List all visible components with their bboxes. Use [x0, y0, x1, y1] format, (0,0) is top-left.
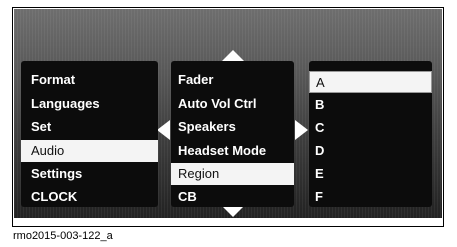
left-menu-item[interactable]: Set: [21, 116, 158, 138]
right-menu-item[interactable]: B: [309, 94, 432, 116]
left-menu: Format Languages Set Audio Settings CLOC…: [21, 61, 158, 207]
left-menu-item[interactable]: Format: [21, 69, 158, 91]
middle-menu-item[interactable]: Auto Vol Ctrl: [171, 93, 294, 115]
right-menu-item[interactable]: F: [309, 186, 432, 208]
middle-menu-item[interactable]: Fader: [171, 69, 294, 91]
middle-menu-item[interactable]: CB: [171, 186, 294, 208]
arrow-right-icon[interactable]: [295, 120, 308, 140]
middle-menu: Fader Auto Vol Ctrl Speakers Headset Mod…: [171, 61, 294, 207]
right-menu: A B C D E F: [309, 61, 432, 207]
arrow-left-icon[interactable]: [157, 120, 170, 140]
middle-menu-item-selected[interactable]: Region: [171, 163, 294, 185]
left-menu-item[interactable]: Languages: [21, 93, 158, 115]
right-menu-item[interactable]: D: [309, 140, 432, 162]
middle-menu-item[interactable]: Headset Mode: [171, 140, 294, 162]
middle-menu-item[interactable]: Speakers: [171, 116, 294, 138]
figure-caption: rmo2015-003-122_a: [13, 230, 113, 242]
left-menu-item[interactable]: CLOCK: [21, 186, 158, 208]
left-menu-item-selected[interactable]: Audio: [21, 140, 158, 162]
right-menu-item[interactable]: E: [309, 163, 432, 185]
right-menu-item-selected[interactable]: A: [309, 71, 432, 93]
arrow-up-icon[interactable]: [222, 50, 244, 61]
left-menu-item[interactable]: Settings: [21, 163, 158, 185]
right-menu-item[interactable]: C: [309, 117, 432, 139]
